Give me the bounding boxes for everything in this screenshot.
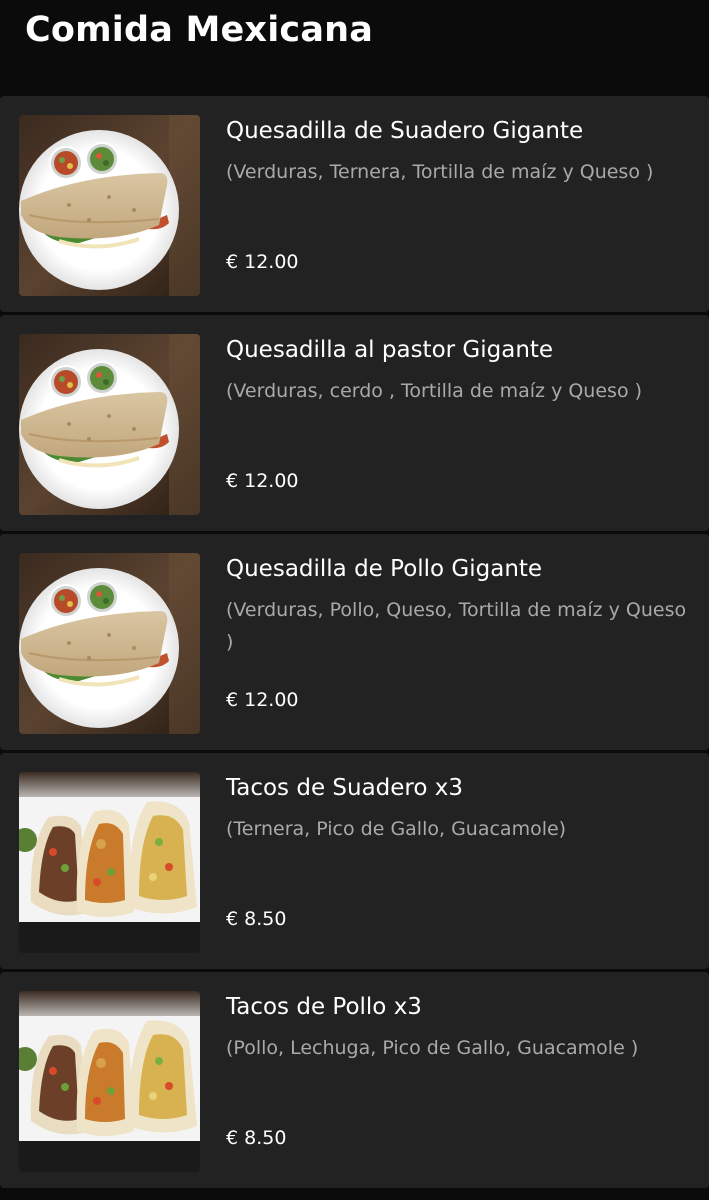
- quesadilla-photo[interactable]: [19, 334, 200, 515]
- page-title: Comida Mexicana: [25, 10, 374, 50]
- menu-item-description: (Verduras, Pollo, Queso, Tortilla de maí…: [226, 599, 687, 653]
- menu-item-name: Quesadilla al pastor Gigante: [226, 337, 554, 363]
- menu-item-name: Quesadilla de Suadero Gigante: [226, 118, 584, 144]
- menu-item-description: (Verduras, Ternera, Tortilla de maíz y Q…: [226, 161, 654, 183]
- tacos-photo[interactable]: [19, 991, 200, 1172]
- menu-item-card[interactable]: Quesadilla de Suadero Gigante (Verduras,…: [0, 96, 709, 312]
- menu-item-price: € 8.50: [226, 1127, 287, 1149]
- menu-item-price: € 12.00: [226, 689, 299, 711]
- menu-item-card[interactable]: Quesadilla al pastor Gigante (Verduras, …: [0, 315, 709, 531]
- menu-item-name: Tacos de Suadero x3: [226, 775, 464, 801]
- menu-item-price: € 12.00: [226, 470, 299, 492]
- menu-item-name: Tacos de Pollo x3: [226, 994, 422, 1020]
- menu-item-card[interactable]: Quesadilla de Pollo Gigante (Verduras, P…: [0, 534, 709, 750]
- menu-item-price: € 12.00: [226, 251, 299, 273]
- page-header: Comida Mexicana: [0, 0, 709, 96]
- quesadilla-photo[interactable]: [19, 115, 200, 296]
- menu-item-description: (Verduras, cerdo , Tortilla de maíz y Qu…: [226, 380, 643, 402]
- menu-item-card[interactable]: Tacos de Suadero x3 (Ternera, Pico de Ga…: [0, 753, 709, 969]
- quesadilla-photo[interactable]: [19, 553, 200, 734]
- menu-item-price: € 8.50: [226, 908, 287, 930]
- menu-item-card[interactable]: Tacos de Pollo x3 (Pollo, Lechuga, Pico …: [0, 972, 709, 1188]
- tacos-photo[interactable]: [19, 772, 200, 953]
- menu-item-description: (Pollo, Lechuga, Pico de Gallo, Guacamol…: [226, 1037, 639, 1059]
- menu-item-description: (Ternera, Pico de Gallo, Guacamole): [226, 818, 567, 840]
- menu-list: Quesadilla de Suadero Gigante (Verduras,…: [0, 96, 709, 1191]
- menu-page: Comida Mexicana Quesadilla de Suadero Gi…: [0, 0, 709, 1200]
- menu-item-name: Quesadilla de Pollo Gigante: [226, 556, 543, 582]
